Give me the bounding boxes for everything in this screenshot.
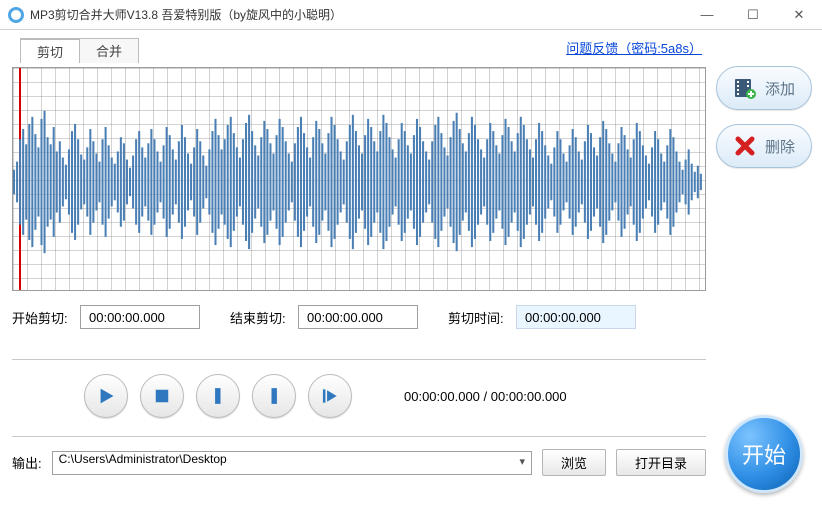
tab-cut[interactable]: 剪切 xyxy=(20,38,80,63)
play-button[interactable] xyxy=(84,374,128,418)
open-dir-button[interactable]: 打开目录 xyxy=(616,449,706,476)
output-path-select[interactable]: C:\Users\Administrator\Desktop xyxy=(52,451,532,475)
window-controls: — ☐ ✕ xyxy=(684,0,822,29)
start-cut-label: 开始剪切: xyxy=(12,308,72,327)
preview-button[interactable] xyxy=(308,374,352,418)
end-cut-label: 结束剪切: xyxy=(230,308,290,327)
film-add-icon xyxy=(733,76,757,100)
tab-merge[interactable]: 合并 xyxy=(79,38,139,63)
bracket-start-icon xyxy=(208,386,228,406)
app-icon xyxy=(8,7,24,23)
duration-label: 剪切时间: xyxy=(448,308,508,327)
duration-display xyxy=(516,305,636,329)
close-button[interactable]: ✕ xyxy=(776,0,822,29)
play-range-icon xyxy=(320,386,340,406)
play-icon xyxy=(96,386,116,406)
playback-position: 00:00:00.000 / 00:00:00.000 xyxy=(404,389,567,404)
mark-start-button[interactable] xyxy=(196,374,240,418)
delete-x-icon xyxy=(733,134,757,158)
delete-button[interactable]: 删除 xyxy=(716,124,812,168)
output-label: 输出: xyxy=(12,453,42,472)
start-button-label: 开始 xyxy=(742,438,786,470)
minimize-button[interactable]: — xyxy=(684,0,730,29)
window-title: MP3剪切合并大师V13.8 吾爱特别版（by旋风中的小聪明） xyxy=(30,0,342,30)
browse-button[interactable]: 浏览 xyxy=(542,449,606,476)
maximize-button[interactable]: ☐ xyxy=(730,0,776,29)
bracket-end-icon xyxy=(264,386,284,406)
end-cut-input[interactable] xyxy=(298,305,418,329)
start-cut-input[interactable] xyxy=(80,305,200,329)
waveform-display[interactable] xyxy=(12,67,706,291)
stop-button[interactable] xyxy=(140,374,184,418)
output-path-text: C:\Users\Administrator\Desktop xyxy=(59,452,227,466)
mark-end-button[interactable] xyxy=(252,374,296,418)
waveform-icon xyxy=(13,68,705,291)
start-button[interactable]: 开始 xyxy=(725,415,803,493)
add-button-label: 添加 xyxy=(765,78,795,99)
feedback-link[interactable]: 问题反馈（密码:5a8s） xyxy=(566,38,702,57)
title-bar: MP3剪切合并大师V13.8 吾爱特别版（by旋风中的小聪明） — ☐ ✕ xyxy=(0,0,822,30)
add-button[interactable]: 添加 xyxy=(716,66,812,110)
stop-icon xyxy=(152,386,172,406)
delete-button-label: 删除 xyxy=(765,136,795,157)
